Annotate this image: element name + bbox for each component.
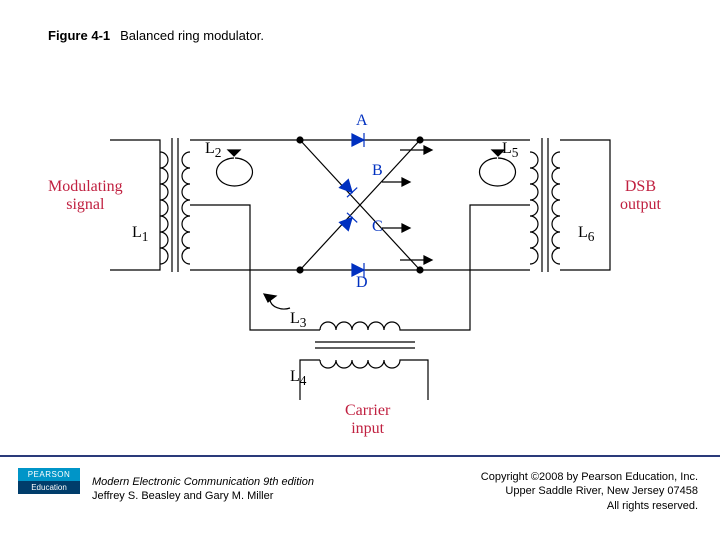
l5-label: L5 [502,140,518,161]
book-title: Modern Electronic Communication 9th edit… [92,475,314,489]
book-credit: Modern Electronic Communication 9th edit… [92,475,314,504]
circuit-diagram: Modulating signal DSB output Carrier inp… [0,70,720,440]
logo-brand-top: PEARSON [18,468,80,481]
book-authors: Jeffrey S. Beasley and Gary M. Miller [92,489,314,503]
node-a-label: A [356,112,368,130]
diode-c-icon [339,213,357,231]
copyright-line2: Upper Saddle River, New Jersey 07458 [481,484,698,498]
node-b-label: B [372,162,383,180]
node-c-label: C [372,218,383,236]
node-d-label: D [356,274,368,292]
footer-divider [0,455,720,457]
figure-title: Figure 4-1 Balanced ring modulator. [48,28,264,43]
copyright-block: Copyright ©2008 by Pearson Education, In… [481,470,698,513]
l6-label: L6 [578,224,594,245]
pearson-logo: PEARSON Education [18,468,80,494]
figure-caption: Balanced ring modulator. [120,28,264,43]
figure-number: Figure 4-1 [48,28,110,43]
carrier-input-label: Carrier input [345,402,390,437]
diode-b-icon [339,179,357,197]
dsb-output-label: DSB output [620,178,661,213]
diode-a-icon [352,133,364,147]
modulating-signal-label: Modulating signal [48,178,123,213]
l1-label: L1 [132,224,148,245]
l4-label: L4 [290,368,306,389]
l2-label: L2 [205,140,221,161]
copyright-line3: All rights reserved. [481,499,698,513]
logo-brand-bottom: Education [18,481,80,494]
copyright-line1: Copyright ©2008 by Pearson Education, In… [481,470,698,484]
l3-label: L3 [290,310,306,331]
